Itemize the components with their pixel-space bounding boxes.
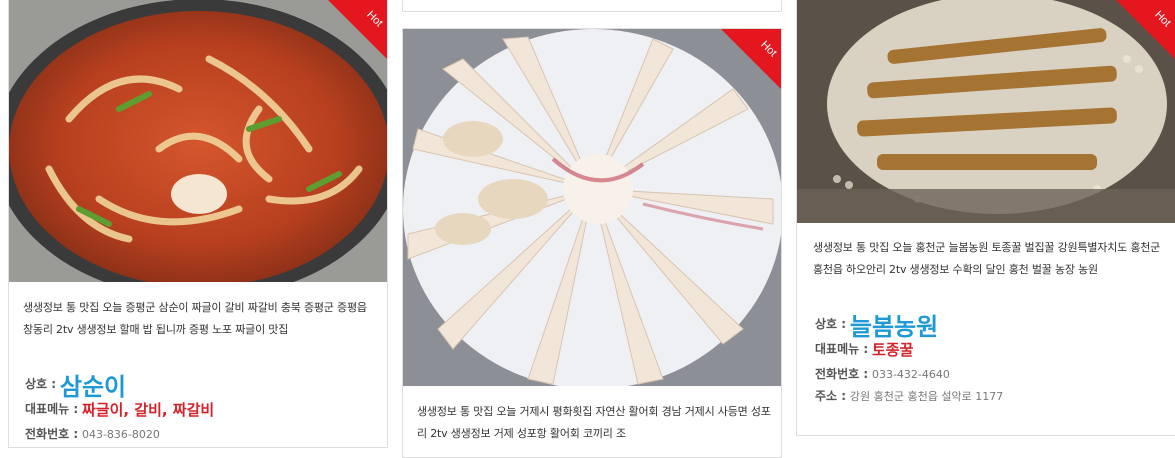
signature-menu: 토종꿀 [871,341,914,359]
address-row: 주소 : 강원 홍천군 홍천읍 설악로 1177 [815,387,1003,404]
card-description[interactable]: 생생정보 통 맛집 오늘 홍천군 늘봄농원 토종꿀 벌집꿀 강원특별자치도 홍천… [813,237,1169,281]
phone-label: 전화번호 : [25,427,79,441]
business-name[interactable]: 삼순이 [60,373,126,401]
card-description[interactable]: 생생정보 통 맛집 오늘 증평군 삼순이 짜글이 갈비 짜갈비 충북 증평군 증… [23,297,379,341]
restaurant-card-3[interactable]: Hot 생생정보 통 맛집 오늘 홍천군 늘봄농원 토종꿀 벌집꿀 강원특별자치… [796,0,1175,436]
hot-badge: Hot [1115,0,1175,59]
restaurant-card-2[interactable]: Hot 생생정보 통 맛집 오늘 거제시 평화횟집 자연산 활어회 경남 거제시… [402,28,782,458]
phone-row: 전화번호 : 033-432-4640 [815,365,950,382]
phone-number: 043-836-8020 [81,428,160,441]
menu-label: 대표메뉴 : [815,342,869,356]
address: 강원 홍천군 홍천읍 설악로 1177 [849,390,1004,403]
phone-label: 전화번호 : [815,367,869,381]
previous-card-fragment [402,0,782,12]
name-label: 상호 : [25,377,57,391]
name-label: 상호 : [815,317,847,331]
card-description[interactable]: 생생정보 통 맛집 오늘 거제시 평화횟집 자연산 활어회 경남 거제시 사등면… [417,401,773,445]
hot-badge: Hot [721,29,781,89]
address-label: 주소 : [815,389,847,403]
business-name-row: 상호 : 늘봄농원 [815,307,938,342]
business-name[interactable]: 늘봄농원 [850,313,938,341]
menu-row: 대표메뉴 : 짜글이, 갈비, 짜갈비 [25,399,214,420]
signature-menu: 짜글이, 갈비, 짜갈비 [81,401,215,419]
restaurant-card-1[interactable]: Hot 생생정보 통 맛집 오늘 증평군 삼순이 짜글이 갈비 짜갈비 충북 증… [8,0,388,448]
menu-label: 대표메뉴 : [25,402,79,416]
menu-row: 대표메뉴 : 토종꿀 [815,339,913,360]
business-name-row: 상호 : 삼순이 [25,367,126,402]
phone-row: 전화번호 : 043-836-8020 [25,425,160,442]
phone-number: 033-432-4640 [871,368,950,381]
hot-badge: Hot [327,0,387,59]
